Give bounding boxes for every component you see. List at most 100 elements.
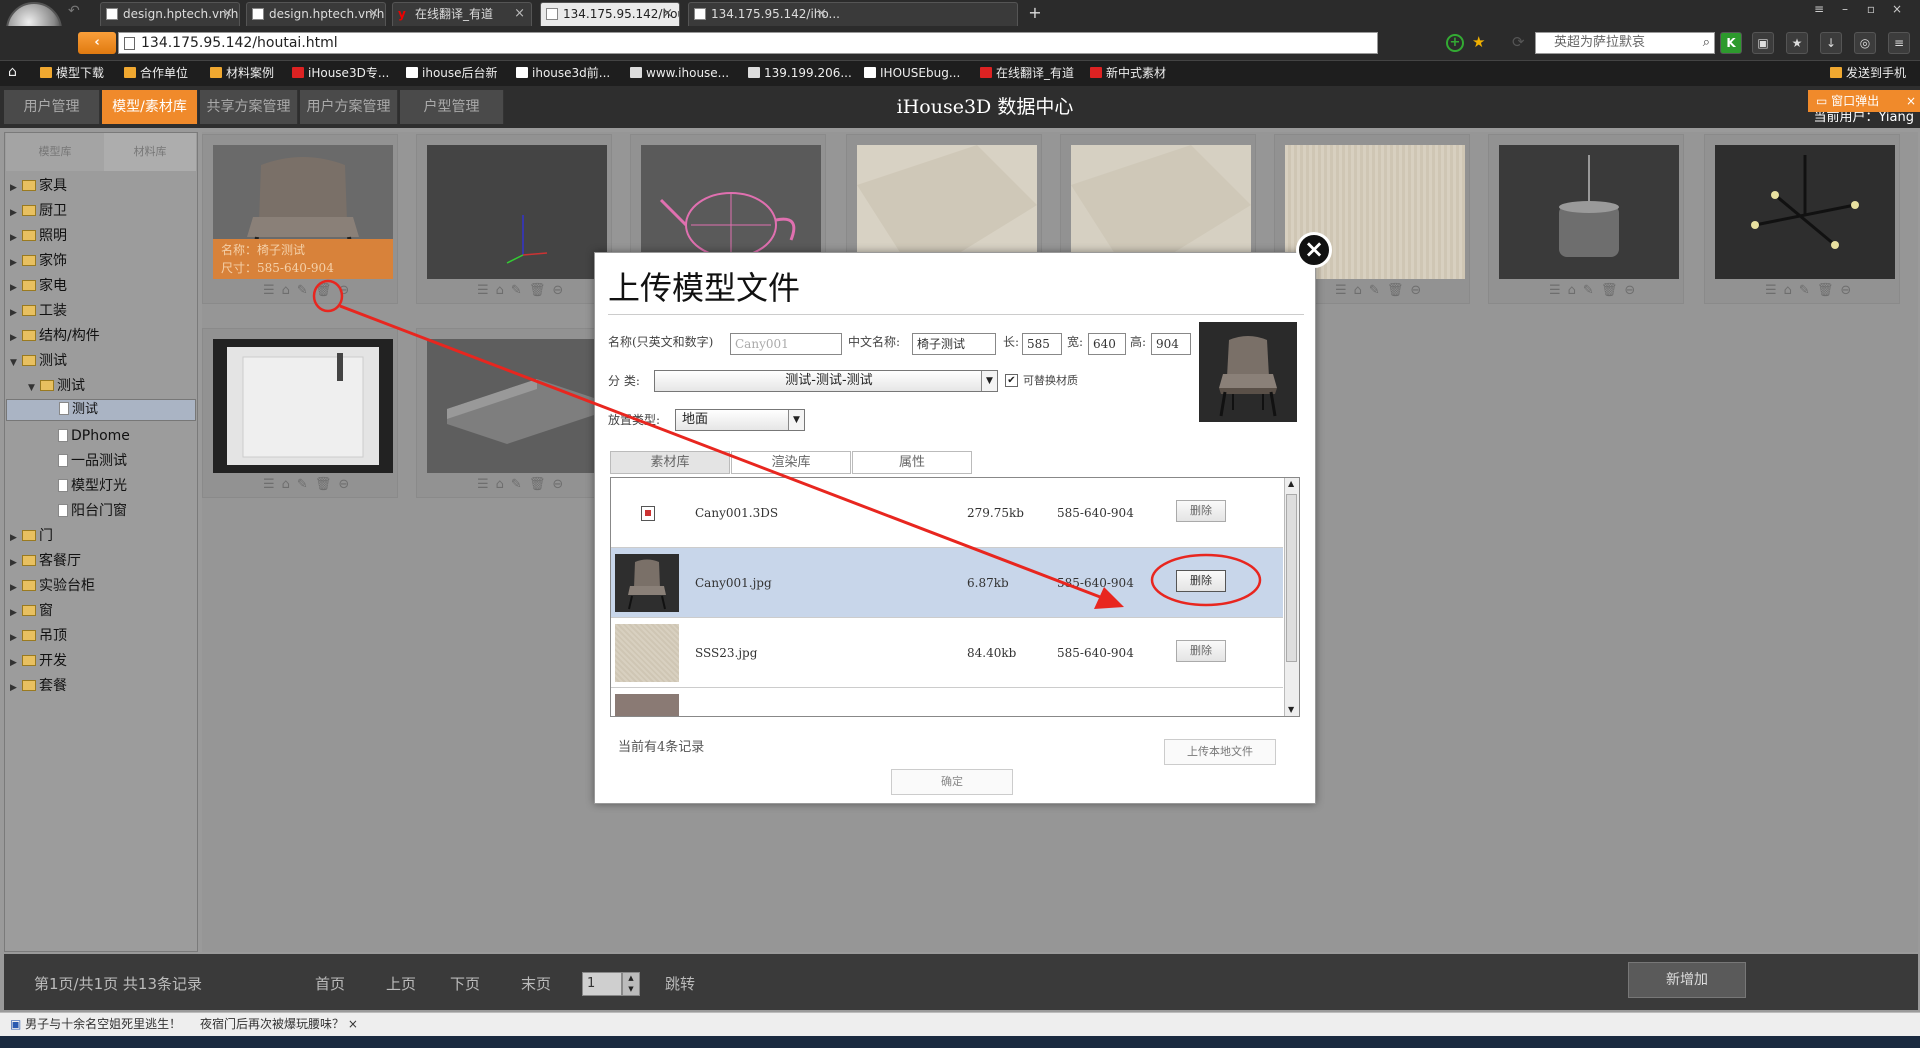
- tree-node[interactable]: ▶ 吊顶: [6, 624, 196, 648]
- bookmark-item[interactable]: ihouse后台新: [406, 64, 498, 82]
- model-thumbnail[interactable]: [427, 145, 607, 279]
- model-card[interactable]: ☰⌂✎🗑⊖: [202, 328, 398, 498]
- cn-name-field[interactable]: 椅子测试: [912, 333, 996, 355]
- category-select[interactable]: 测试-测试-测试 ▼: [654, 370, 998, 392]
- tab-attributes[interactable]: 属性: [852, 451, 972, 474]
- file-row[interactable]: [611, 688, 1283, 716]
- list-icon[interactable]: ☰: [1765, 283, 1784, 298]
- tag-icon[interactable]: ⌂: [282, 283, 297, 298]
- bookmark-item[interactable]: IHOUSEbug...: [864, 64, 960, 82]
- tab-shared-schemes[interactable]: 共享方案管理: [200, 90, 298, 124]
- tree-node[interactable]: ▼ 测试: [6, 374, 196, 398]
- edit-icon[interactable]: ✎: [511, 477, 529, 492]
- tab-floorplan[interactable]: 户型管理: [400, 90, 504, 124]
- lock-icon[interactable]: ▣: [1752, 32, 1774, 54]
- tree-node[interactable]: DPhome: [6, 424, 196, 448]
- expand-right-icon[interactable]: ▶: [10, 176, 22, 200]
- expand-right-icon[interactable]: ▶: [10, 676, 22, 700]
- more-icon[interactable]: ⊖: [338, 477, 356, 492]
- url-field[interactable]: 134.175.95.142/houtai.html: [118, 32, 1378, 54]
- model-thumbnail[interactable]: [213, 339, 393, 473]
- file-row-selected[interactable]: Cany001.jpg 6.87kb 585-640-904 删除: [611, 548, 1283, 618]
- tab-user-schemes[interactable]: 用户方案管理: [300, 90, 398, 124]
- prev-page-link[interactable]: 上页: [386, 974, 416, 994]
- expand-down-icon[interactable]: ▼: [10, 351, 22, 375]
- expand-right-icon[interactable]: ▶: [10, 626, 22, 650]
- bookmark-item[interactable]: ihouse3d前...: [516, 64, 610, 82]
- more-icon[interactable]: ⊖: [1840, 283, 1858, 298]
- close-icon[interactable]: ×: [514, 3, 525, 25]
- delete-button[interactable]: 删除: [1176, 500, 1226, 522]
- bookmark-item[interactable]: 合作单位: [124, 64, 188, 82]
- model-thumbnail[interactable]: [1499, 145, 1679, 279]
- edit-icon[interactable]: ✎: [1799, 283, 1817, 298]
- tab-2[interactable]: design.hptech.vn/h... ×: [246, 2, 386, 26]
- model-thumbnail[interactable]: [1715, 145, 1895, 279]
- tree-node[interactable]: ▶ 家电: [6, 274, 196, 298]
- tag-icon[interactable]: ⌂: [496, 477, 511, 492]
- add-new-button[interactable]: 新增加: [1628, 962, 1746, 998]
- back-arrow-icon[interactable]: ↶: [68, 3, 90, 23]
- expand-right-icon[interactable]: ▶: [10, 526, 22, 550]
- tab-model-library[interactable]: 模型/素材库: [102, 90, 198, 124]
- tree-node[interactable]: 测试: [6, 399, 196, 421]
- tag-icon[interactable]: ⌂: [1354, 283, 1369, 298]
- send-to-phone[interactable]: 发送到手机: [1830, 64, 1906, 82]
- close-icon[interactable]: ×: [1906, 90, 1916, 112]
- tree-node[interactable]: 模型灯光: [6, 474, 196, 498]
- delete-icon[interactable]: 🗑: [529, 477, 553, 492]
- close-icon[interactable]: ×: [222, 3, 233, 25]
- upload-local-file-button[interactable]: 上传本地文件: [1164, 739, 1276, 765]
- delete-icon[interactable]: 🗑: [1601, 283, 1625, 298]
- file-row[interactable]: Cany001.3DS 279.75kb 585-640-904 删除: [611, 478, 1283, 548]
- width-field[interactable]: 640: [1088, 333, 1126, 355]
- tree-node[interactable]: ▶ 窗: [6, 599, 196, 623]
- edit-icon[interactable]: ✎: [297, 283, 315, 298]
- back-button[interactable]: ‹: [78, 32, 116, 54]
- tag-icon[interactable]: ⌂: [282, 477, 297, 492]
- menu-icon[interactable]: ≡: [1808, 2, 1830, 20]
- tree-node[interactable]: ▶ 照明: [6, 224, 196, 248]
- page-number-input[interactable]: 1: [582, 972, 622, 996]
- list-icon[interactable]: ☰: [1549, 283, 1568, 298]
- more-icon[interactable]: ⊖: [552, 477, 570, 492]
- tree-node[interactable]: ▶ 客餐厅: [6, 549, 196, 573]
- delete-icon[interactable]: 🗑: [1817, 283, 1841, 298]
- refresh-icon[interactable]: ⟳: [1512, 33, 1530, 51]
- tree-node[interactable]: ▶ 套餐: [6, 674, 196, 698]
- expand-down-icon[interactable]: ▼: [28, 376, 40, 400]
- tab-model-lib[interactable]: 模型库: [6, 133, 104, 171]
- delete-icon[interactable]: 🗑: [529, 283, 553, 298]
- edit-icon[interactable]: ✎: [297, 477, 315, 492]
- home-icon[interactable]: ⌂: [8, 64, 24, 82]
- model-card[interactable]: ☰⌂✎🗑⊖: [1488, 134, 1684, 304]
- search-icon[interactable]: ⌕: [1703, 33, 1710, 53]
- first-page-link[interactable]: 首页: [315, 974, 345, 994]
- expand-right-icon[interactable]: ▶: [10, 576, 22, 600]
- list-icon[interactable]: ☰: [1335, 283, 1354, 298]
- list-icon[interactable]: ☰: [477, 283, 496, 298]
- delete-icon[interactable]: 🗑: [1387, 283, 1411, 298]
- list-icon[interactable]: ☰: [263, 283, 282, 298]
- expand-right-icon[interactable]: ▶: [10, 301, 22, 325]
- tab-material-lib[interactable]: 材料库: [104, 133, 196, 171]
- more-icon[interactable]: ⊖: [552, 283, 570, 298]
- delete-icon[interactable]: 🗑: [315, 283, 339, 298]
- bookmark-item[interactable]: 模型下载: [40, 64, 104, 82]
- star-icon[interactable]: ★: [1472, 33, 1490, 51]
- edit-icon[interactable]: ✎: [1583, 283, 1601, 298]
- add-icon[interactable]: +: [1446, 34, 1464, 52]
- minimize-icon[interactable]: –: [1834, 2, 1856, 20]
- tag-icon[interactable]: ⌂: [1784, 283, 1799, 298]
- height-field[interactable]: 904: [1151, 333, 1191, 355]
- restore-icon[interactable]: ▫: [1860, 2, 1882, 20]
- delete-button[interactable]: 删除: [1176, 640, 1226, 662]
- delete-button[interactable]: 删除: [1176, 570, 1226, 592]
- next-page-link[interactable]: 下页: [450, 974, 480, 994]
- bookmark-item[interactable]: 材料案例: [210, 64, 274, 82]
- replaceable-checkbox[interactable]: ✔: [1005, 374, 1018, 387]
- scroll-down-icon[interactable]: ▼: [1288, 705, 1294, 714]
- tree-node[interactable]: ▶ 实验台柜: [6, 574, 196, 598]
- model-card[interactable]: ☰⌂✎🗑⊖: [1704, 134, 1900, 304]
- download-icon[interactable]: ↓: [1820, 32, 1842, 54]
